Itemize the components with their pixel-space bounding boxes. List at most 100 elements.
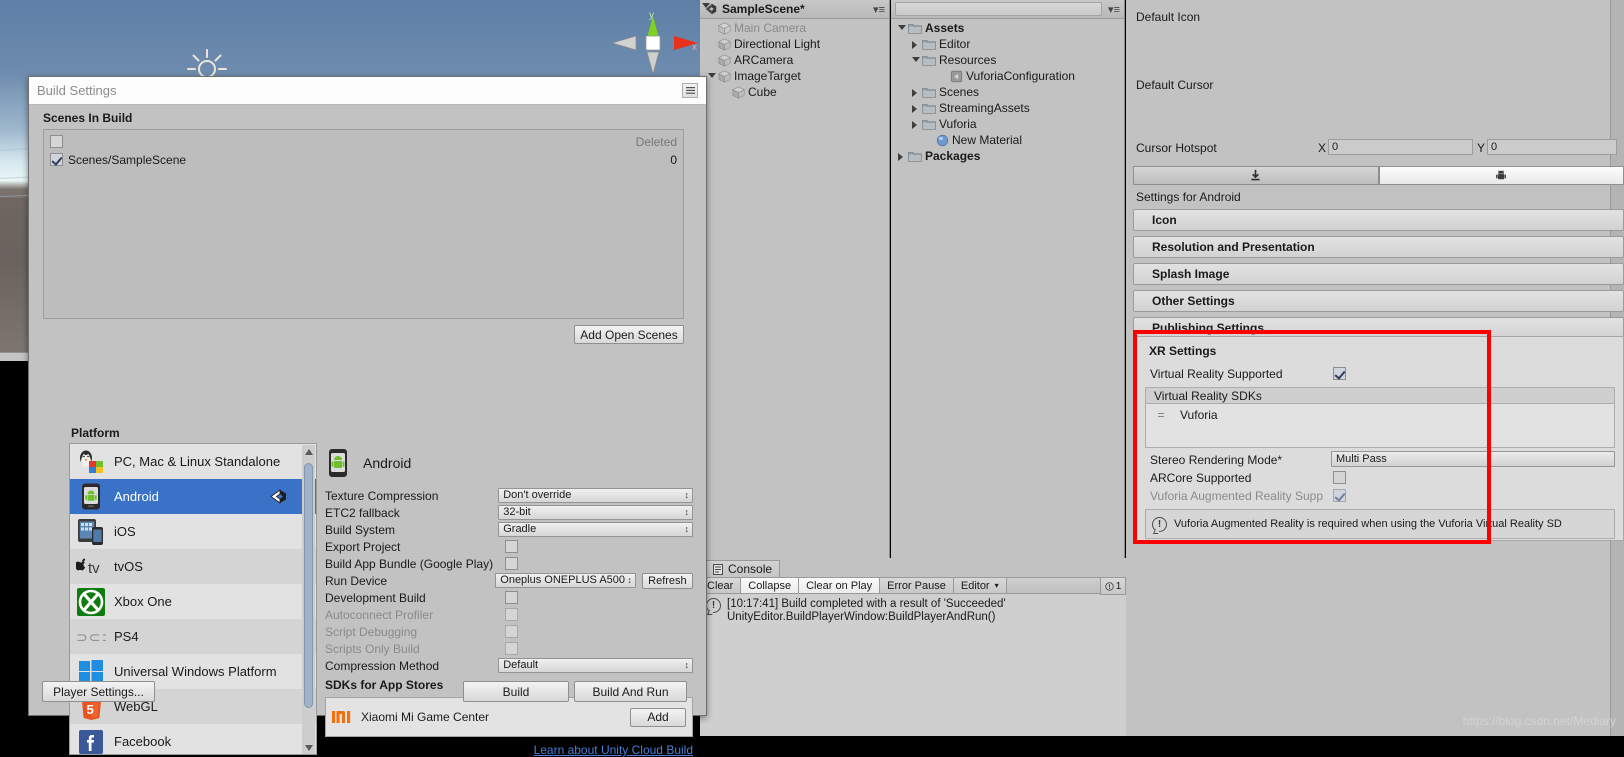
foldout-expanded-icon[interactable] <box>896 22 908 34</box>
platform-tab-android[interactable] <box>1379 166 1624 185</box>
player-settings-section-other-settings[interactable]: Other Settings <box>1133 290 1624 312</box>
foldout-collapsed-icon[interactable] <box>896 150 908 162</box>
console-clear-on-play-button[interactable]: Clear on Play <box>799 578 880 593</box>
arcore-supported-checkbox[interactable] <box>1333 471 1346 484</box>
android-options-list[interactable]: Texture CompressionDon't override↕ETC2 f… <box>325 487 693 674</box>
sdk-add-button[interactable]: Add <box>630 708 686 727</box>
build-button[interactable]: Build <box>463 681 569 702</box>
virtual-reality-sdks-list[interactable]: = Vuforia <box>1145 404 1615 448</box>
project-options-icon[interactable]: ▾≡ <box>1108 3 1120 16</box>
project-item[interactable]: Editor <box>891 36 1124 52</box>
cursor-hotspot-x-input[interactable]: 0 <box>1328 139 1473 155</box>
option-dropdown[interactable]: Default↕ <box>498 658 693 673</box>
foldout-expanded-icon[interactable] <box>910 54 922 66</box>
build-settings-titlebar[interactable]: Build Settings <box>29 77 706 105</box>
hierarchy-tabbar[interactable]: SampleScene* ▾≡ <box>700 0 889 19</box>
sdk-store-row[interactable]: Xiaomi Mi Game Center Add <box>325 697 693 737</box>
hierarchy-item[interactable]: ImageTarget <box>700 68 889 84</box>
scene-enabled-checkbox[interactable] <box>50 153 63 166</box>
platform-item-tvos[interactable]: tvtvOS <box>70 549 316 584</box>
option-checkbox[interactable] <box>505 540 518 553</box>
sdk-list-item[interactable]: = Vuforia <box>1146 404 1614 426</box>
project-search-field[interactable] <box>895 2 1102 16</box>
console-editor-button[interactable]: Editor▾ <box>954 578 1007 593</box>
console-panel[interactable]: Console ClearCollapseClear on PlayError … <box>700 558 1126 736</box>
player-settings-section-resolution-and-presentation[interactable]: Resolution and Presentation <box>1133 236 1624 258</box>
scene-axis-gizmo[interactable]: y x <box>608 10 698 76</box>
android-option-row[interactable]: Build SystemGradle↕ <box>325 521 693 538</box>
add-open-scenes-button[interactable]: Add Open Scenes <box>574 325 684 344</box>
scene-row[interactable]: Scenes/SampleScene0 <box>44 150 683 169</box>
foldout-collapsed-icon[interactable] <box>910 102 922 114</box>
project-tabbar[interactable]: ▾≡ <box>891 0 1124 19</box>
console-error-pause-button[interactable]: Error Pause <box>880 578 954 593</box>
android-option-row[interactable]: Script Debugging <box>325 623 693 640</box>
build-and-run-button[interactable]: Build And Run <box>574 681 687 702</box>
platform-item-facebook[interactable]: Facebook <box>70 724 316 755</box>
android-option-row[interactable]: Scripts Only Build <box>325 640 693 657</box>
hierarchy-item[interactable]: Main Camera <box>700 20 889 36</box>
project-item[interactable]: New Material <box>891 132 1124 148</box>
hierarchy-item[interactable]: ARCamera <box>700 52 889 68</box>
platform-rows[interactable]: PC, Mac & Linux StandaloneAndroidiOStvtv… <box>70 444 316 755</box>
project-item[interactable]: StreamingAssets <box>891 100 1124 116</box>
platform-item-android[interactable]: Android <box>70 479 316 514</box>
option-checkbox[interactable] <box>505 591 518 604</box>
player-settings-platform-tabs[interactable] <box>1133 166 1624 185</box>
android-option-row[interactable]: Texture CompressionDon't override↕ <box>325 487 693 504</box>
player-settings-section-splash-image[interactable]: Splash Image <box>1133 263 1624 285</box>
cursor-hotspot-y-input[interactable]: 0 <box>1487 139 1617 155</box>
hierarchy-options-icon[interactable]: ▾≡ <box>873 3 885 16</box>
drag-handle-icon[interactable]: = <box>1152 408 1170 422</box>
stereo-rendering-mode-dropdown[interactable]: Multi Pass <box>1331 451 1615 467</box>
console-log-entry[interactable]: ![10:17:41] Build completed with a resul… <box>700 594 1126 627</box>
hierarchy-panel[interactable]: SampleScene* ▾≡ Main CameraDirectional L… <box>700 0 890 558</box>
android-build-options[interactable]: Android Texture CompressionDon't overrid… <box>325 443 693 755</box>
hierarchy-tree[interactable]: Main CameraDirectional LightARCameraImag… <box>700 19 889 100</box>
player-settings-section-icon[interactable]: Icon <box>1133 209 1624 231</box>
unity-cloud-build-link[interactable]: Learn about Unity Cloud Build <box>534 743 693 757</box>
platform-tab-standalone[interactable] <box>1133 166 1379 185</box>
android-option-row[interactable]: Run DeviceOneplus ONEPLUS A500↕Refresh <box>325 572 693 589</box>
virtual-reality-supported-checkbox[interactable] <box>1333 367 1346 380</box>
android-option-row[interactable]: Autoconnect Profiler <box>325 606 693 623</box>
option-dropdown[interactable]: 32-bit↕ <box>498 505 693 520</box>
foldout-collapsed-icon[interactable] <box>910 38 922 50</box>
build-settings-menu-button[interactable] <box>682 83 698 98</box>
project-panel[interactable]: ▾≡ AssetsEditorResourcesVuforiaConfigura… <box>891 0 1125 558</box>
project-item[interactable]: Resources <box>891 52 1124 68</box>
foldout-collapsed-icon[interactable] <box>910 118 922 130</box>
platform-item-pc-mac-linux-standalone[interactable]: PC, Mac & Linux Standalone <box>70 444 316 479</box>
platform-item-ps4[interactable]: ⊃⊂⊃◁PS4 <box>70 619 316 654</box>
scenes-select-all-checkbox[interactable] <box>50 135 63 148</box>
android-option-row[interactable]: ETC2 fallback32-bit↕ <box>325 504 693 521</box>
scenes-rows[interactable]: Scenes/SampleScene0 <box>44 150 683 169</box>
platform-list-scrollbar[interactable] <box>302 445 315 755</box>
project-item[interactable]: Packages <box>891 148 1124 164</box>
option-dropdown[interactable]: Don't override↕ <box>498 488 693 503</box>
android-option-row[interactable]: Development Build <box>325 589 693 606</box>
project-item[interactable]: Scenes <box>891 84 1124 100</box>
console-error-counter[interactable]: 1 <box>1100 577 1126 595</box>
player-settings-button[interactable]: Player Settings... <box>42 681 155 702</box>
android-option-row[interactable]: Export Project <box>325 538 693 555</box>
xr-settings-panel[interactable]: XR Settings Virtual Reality Supported Vi… <box>1133 336 1624 541</box>
console-log-list[interactable]: ![10:17:41] Build completed with a resul… <box>700 594 1126 736</box>
android-option-row[interactable]: Compression MethodDefault↕ <box>325 657 693 674</box>
android-option-row[interactable]: Build App Bundle (Google Play) <box>325 555 693 572</box>
scroll-up-arrow-icon[interactable] <box>305 449 313 455</box>
console-tab[interactable]: Console <box>705 560 780 577</box>
scrollbar-thumb[interactable] <box>304 463 313 708</box>
console-collapse-button[interactable]: Collapse <box>741 578 799 593</box>
project-item[interactable]: Vuforia <box>891 116 1124 132</box>
console-toolbar[interactable]: ClearCollapseClear on PlayError PauseEdi… <box>700 577 1126 594</box>
platform-item-xbox-one[interactable]: Xbox One <box>70 584 316 619</box>
platform-item-ios[interactable]: iOS <box>70 514 316 549</box>
foldout-collapsed-icon[interactable] <box>910 86 922 98</box>
hierarchy-item[interactable]: Directional Light <box>700 36 889 52</box>
platform-list[interactable]: PC, Mac & Linux StandaloneAndroidiOStvtv… <box>69 443 317 755</box>
project-item[interactable]: Assets <box>891 20 1124 36</box>
foldout-expanded-icon[interactable] <box>706 70 718 82</box>
project-tree[interactable]: AssetsEditorResourcesVuforiaConfiguratio… <box>891 19 1124 164</box>
option-checkbox[interactable] <box>505 557 518 570</box>
